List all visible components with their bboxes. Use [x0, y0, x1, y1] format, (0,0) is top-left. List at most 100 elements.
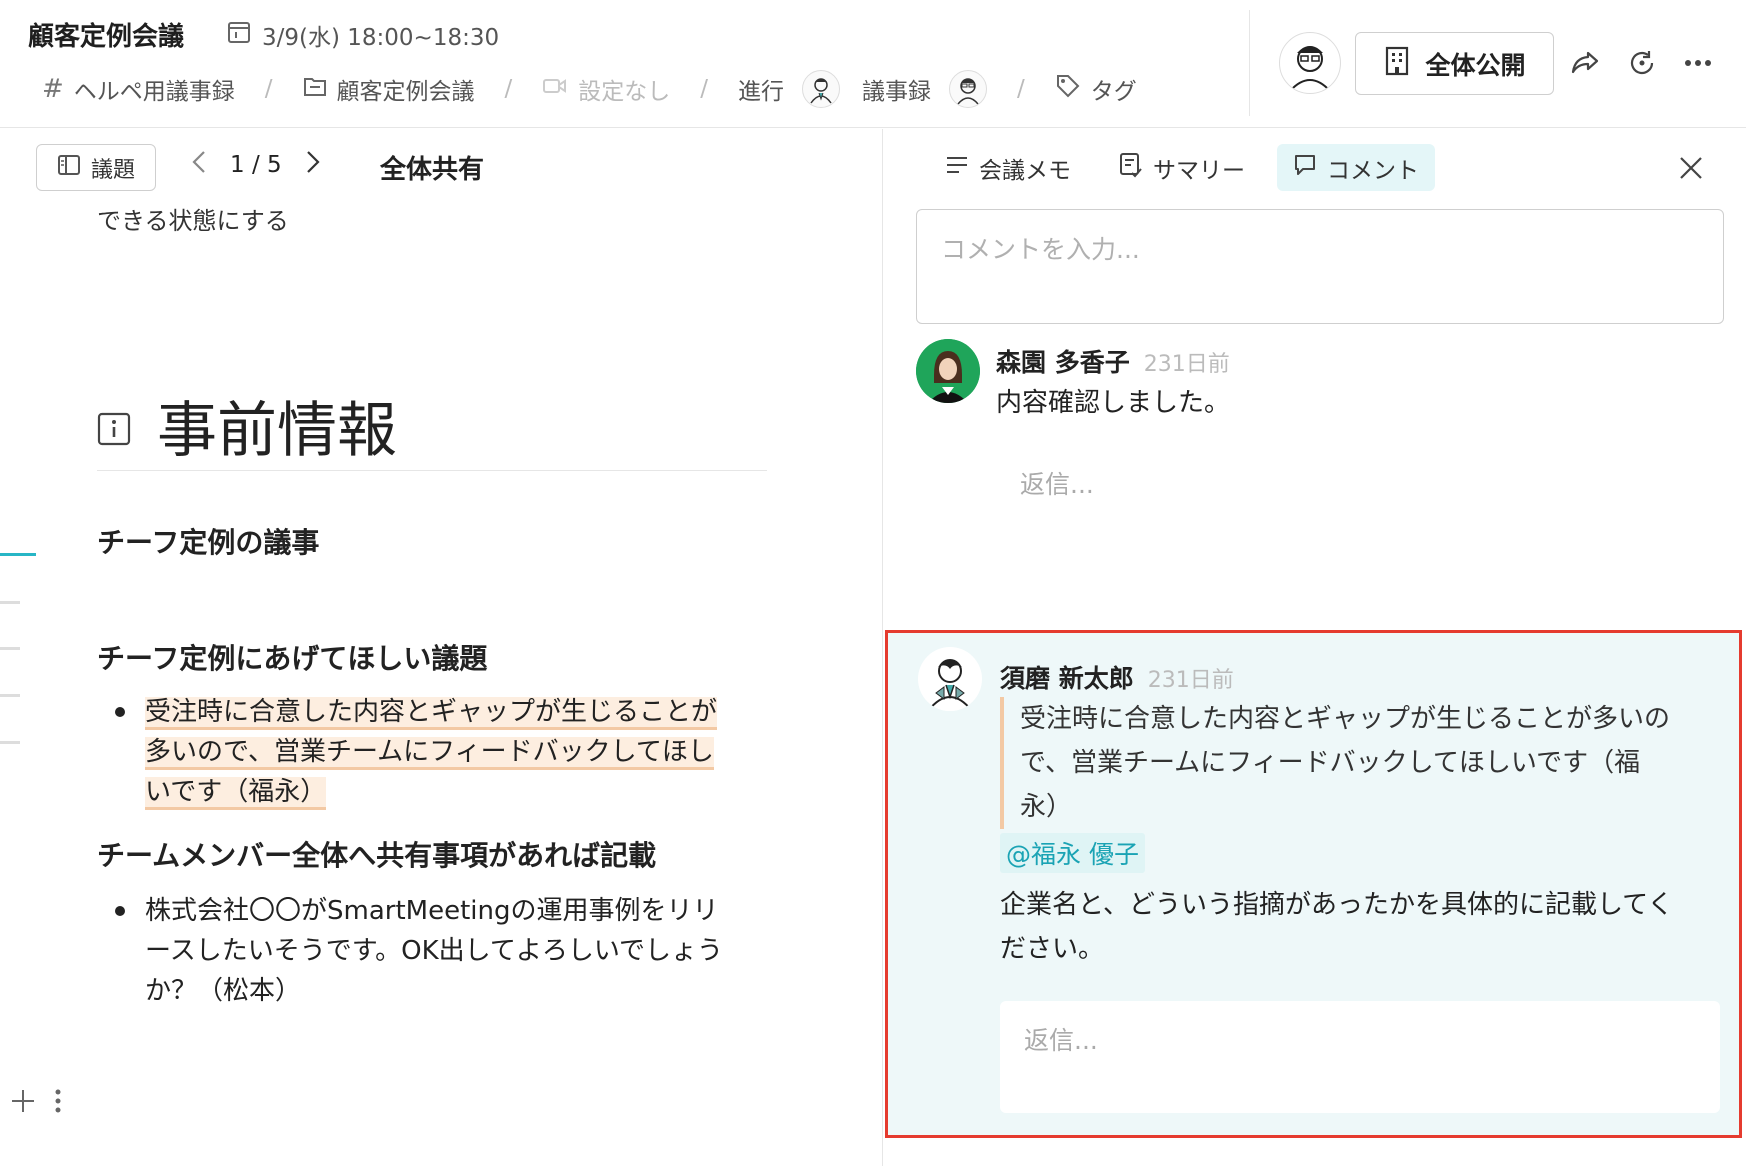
tag-label: タグ: [1090, 79, 1137, 105]
comment-timestamp: 231日前: [1147, 668, 1234, 693]
meeting-datetime[interactable]: 3/9(水) 18:00~18:30: [226, 18, 499, 52]
plus-icon[interactable]: [10, 1087, 36, 1122]
chevron-right-icon[interactable]: [304, 149, 322, 181]
facilitator-avatar: [802, 70, 841, 108]
breadcrumb-separator: /: [504, 76, 513, 102]
breadcrumb-separator: /: [1017, 76, 1025, 102]
list-text: ースしたいそうです。OK出してよろしいでしょう: [145, 936, 724, 966]
chevron-left-icon[interactable]: [190, 149, 208, 181]
author-name: 森園 多香子: [996, 348, 1130, 377]
reply-input[interactable]: 返信...: [1000, 1001, 1720, 1113]
info-icon: [97, 412, 131, 450]
breadcrumb-video[interactable]: 設定なし: [542, 72, 670, 106]
breadcrumb-tag[interactable]: タグ: [1055, 72, 1137, 106]
lines-icon: [945, 155, 969, 181]
agenda-toggle-button[interactable]: 議題: [36, 144, 156, 191]
agenda-section-title: 全体共有: [380, 155, 485, 185]
more-options-icon[interactable]: [1681, 46, 1715, 80]
channel-label: ヘルペ用議事録: [73, 79, 235, 105]
outline-marker[interactable]: [0, 647, 20, 650]
breadcrumb-separator: /: [700, 76, 709, 102]
sidebar-panel-icon: [57, 153, 81, 183]
highlighted-text: いです（福永）: [145, 777, 327, 810]
refresh-icon[interactable]: [1625, 46, 1659, 80]
video-label: 設定なし: [578, 79, 671, 105]
close-icon[interactable]: [1674, 151, 1708, 185]
document-heading[interactable]: 事前情報: [97, 391, 767, 471]
breadcrumb-separator: /: [264, 76, 273, 102]
quote-line: 永）: [1020, 792, 1073, 822]
public-button-label: 全体公開: [1425, 50, 1526, 80]
outline-marker-active[interactable]: [0, 553, 36, 556]
bullet-dot: [115, 906, 125, 916]
folder-icon: [303, 75, 327, 103]
comment-body: 内容確認しました。: [996, 388, 1231, 418]
list-text: 株式会社〇〇がSmartMeetingの運用事例をリリ: [145, 896, 719, 926]
page-indicator: 1 / 5: [230, 152, 282, 178]
user-mention[interactable]: @福永 優子: [1000, 833, 1145, 873]
hash-icon: #: [42, 74, 64, 104]
outline-marker[interactable]: [0, 741, 20, 744]
comment-line: ださい。: [1000, 934, 1105, 964]
comment-item-highlighted: 須磨 新太郎 231日前 受注時に合意した内容とギャップが生じることが多いの で、…: [885, 630, 1742, 1138]
tab-meeting-notes[interactable]: 会議メモ: [929, 144, 1087, 191]
video-icon: [542, 76, 568, 102]
meeting-title[interactable]: 顧客定例会議: [28, 16, 184, 53]
document-pane: 議題 1 / 5 全体共有 できる状態にする 事前情報 チーフ定例の議事 チーフ…: [0, 129, 883, 1166]
document-text[interactable]: できる状態にする: [97, 201, 289, 236]
header: 顧客定例会議 3/9(水) 18:00~18:30 # ヘルペ用議事録 / 顧客…: [0, 0, 1746, 128]
quoted-text: 受注時に合意した内容とギャップが生じることが多いの で、営業チームにフィードバッ…: [1000, 697, 1720, 829]
quote-line: で、営業チームにフィードバックしてほしいです（福: [1020, 748, 1641, 778]
public-visibility-button[interactable]: 全体公開: [1355, 32, 1554, 95]
highlighted-text: 多いので、営業チームにフィードバックしてほし: [145, 737, 714, 770]
comment-author: 森園 多香子 231日前: [996, 343, 1230, 379]
calendar-icon: [226, 19, 252, 51]
facilitator-label: 進行: [738, 79, 785, 105]
outline-marker[interactable]: [0, 694, 20, 697]
outline-marker[interactable]: [0, 601, 20, 604]
heading-text: 事前情報: [157, 395, 397, 466]
minutes-label: 議事録: [862, 79, 932, 105]
subheading[interactable]: チーフ定例にあげてほしい議題: [97, 637, 487, 677]
breadcrumb-channel[interactable]: # ヘルペ用議事録: [42, 72, 235, 106]
drag-handle-icon[interactable]: [54, 1087, 62, 1122]
highlighted-text: 受注時に合意した内容とギャップが生じることが: [145, 697, 718, 730]
datetime-text: 3/9(水) 18:00~18:30: [262, 25, 500, 51]
subheading[interactable]: チームメンバー全体へ共有事項があれば記載: [97, 834, 656, 874]
tag-icon: [1055, 73, 1081, 105]
side-panel-tabs: 会議メモ サマリー コメント: [929, 144, 1435, 191]
comment-input[interactable]: [916, 209, 1724, 324]
comment-item: 森園 多香子 231日前 内容確認しました。 返信...: [884, 339, 1746, 539]
minutes-taker-avatar: [949, 70, 988, 108]
comment-icon: [1293, 153, 1317, 183]
share-icon[interactable]: [1568, 46, 1602, 80]
reply-input[interactable]: 返信...: [1020, 465, 1094, 501]
comment-body: 企業名と、どういう指摘があったかを具体的に記載してく ださい。: [1000, 883, 1673, 971]
breadcrumb: # ヘルペ用議事録 / 顧客定例会議 / 設定なし / 進行 議事録 / タグ: [42, 70, 1137, 108]
tab-comments[interactable]: コメント: [1277, 144, 1435, 191]
folder-label: 顧客定例会議: [336, 79, 475, 105]
building-icon: [1383, 46, 1411, 82]
avatar[interactable]: [918, 647, 982, 711]
avatar[interactable]: [916, 339, 980, 403]
block-tools: [10, 1087, 62, 1122]
comment-timestamp: 231日前: [1143, 352, 1230, 377]
user-avatar[interactable]: [1279, 32, 1341, 94]
breadcrumb-facilitator[interactable]: 進行: [738, 70, 841, 108]
breadcrumb-minutes-taker[interactable]: 議事録: [862, 70, 988, 108]
list-item[interactable]: 株式会社〇〇がSmartMeetingの運用事例をリリ ースしたいそうです。OK…: [115, 891, 765, 1011]
tab-label: サマリー: [1153, 157, 1245, 184]
quote-line: 受注時に合意した内容とギャップが生じることが多いの: [1020, 704, 1671, 734]
author-name: 須磨 新太郎: [1000, 664, 1134, 693]
agenda-button-label: 議題: [90, 157, 135, 183]
subheading[interactable]: チーフ定例の議事: [97, 521, 319, 561]
tab-summary[interactable]: サマリー: [1103, 144, 1261, 191]
bullet-dot: [115, 707, 125, 717]
list-item[interactable]: 受注時に合意した内容とギャップが生じることが 多いので、営業チームにフィードバッ…: [115, 692, 765, 812]
tab-label: コメント: [1327, 157, 1419, 184]
breadcrumb-folder[interactable]: 顧客定例会議: [303, 72, 475, 106]
header-divider: [1249, 10, 1250, 116]
tab-label: 会議メモ: [979, 157, 1071, 184]
comment-author: 須磨 新太郎 231日前: [1000, 659, 1234, 695]
summary-icon: [1119, 152, 1143, 184]
